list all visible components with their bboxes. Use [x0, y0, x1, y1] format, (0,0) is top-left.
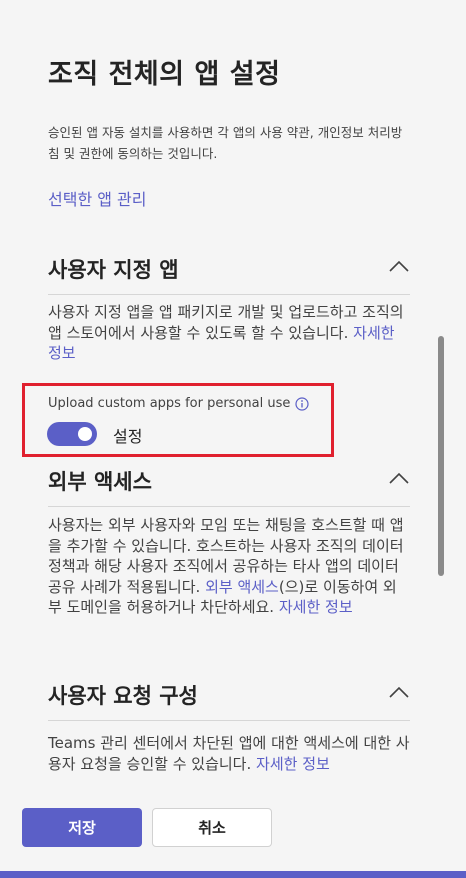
external-access-link[interactable]: 외부 액세스: [205, 578, 279, 596]
learn-more-link[interactable]: 자세한 정보: [279, 598, 353, 616]
bottom-accent-bar: [0, 871, 466, 878]
save-button[interactable]: 저장: [22, 808, 142, 847]
section-header-external-access[interactable]: 외부 액세스: [48, 466, 410, 507]
intro-text: 승인된 앱 자동 설치를 사용하면 각 앱의 사용 약관, 개인정보 처리방침 …: [48, 125, 403, 161]
setting-row: Upload custom apps for personal use: [48, 396, 309, 411]
section-body-text: 사용자 지정 앱을 앱 패키지로 개발 및 업로드하고 조직의 앱 스토어에서 …: [48, 303, 404, 342]
setting-label: Upload custom apps for personal use: [48, 396, 291, 411]
section-description: 사용자 지정 앱을 앱 패키지로 개발 및 업로드하고 조직의 앱 스토어에서 …: [48, 302, 410, 364]
section-title: 사용자 요청 구성: [48, 684, 198, 708]
toggle-state-label: 설정: [113, 427, 143, 446]
section-description: Teams 관리 센터에서 차단된 앱에 대한 액세스에 대한 사용자 요청을 …: [48, 733, 410, 774]
settings-panel: 조직 전체의 앱 설정 승인된 앱 자동 설치를 사용하면 각 앱의 사용 약관…: [0, 0, 466, 878]
chevron-up-icon[interactable]: [388, 470, 410, 486]
section-body-text: Teams 관리 센터에서 차단된 앱에 대한 액세스에 대한 사용자 요청을 …: [48, 734, 410, 773]
chevron-up-icon[interactable]: [388, 684, 410, 700]
toggle-knob: [78, 427, 92, 441]
upload-custom-apps-toggle[interactable]: [47, 422, 97, 446]
section-description: 사용자는 외부 사용자와 모임 또는 채팅을 호스트할 때 앱을 추가할 수 있…: [48, 515, 410, 618]
section-title: 외부 액세스: [48, 470, 152, 494]
info-icon[interactable]: [295, 396, 309, 411]
learn-more-link[interactable]: 자세한 정보: [256, 755, 330, 773]
section-header-custom-apps[interactable]: 사용자 지정 앱: [48, 254, 410, 295]
page-title: 조직 전체의 앱 설정: [48, 59, 281, 90]
cancel-button[interactable]: 취소: [152, 808, 272, 847]
scrollbar-thumb[interactable]: [438, 336, 444, 576]
manage-selected-apps-link[interactable]: 선택한 앱 관리: [48, 186, 147, 210]
section-header-user-requests[interactable]: 사용자 요청 구성: [48, 680, 410, 721]
section-title: 사용자 지정 앱: [48, 258, 179, 282]
chevron-up-icon[interactable]: [388, 258, 410, 274]
